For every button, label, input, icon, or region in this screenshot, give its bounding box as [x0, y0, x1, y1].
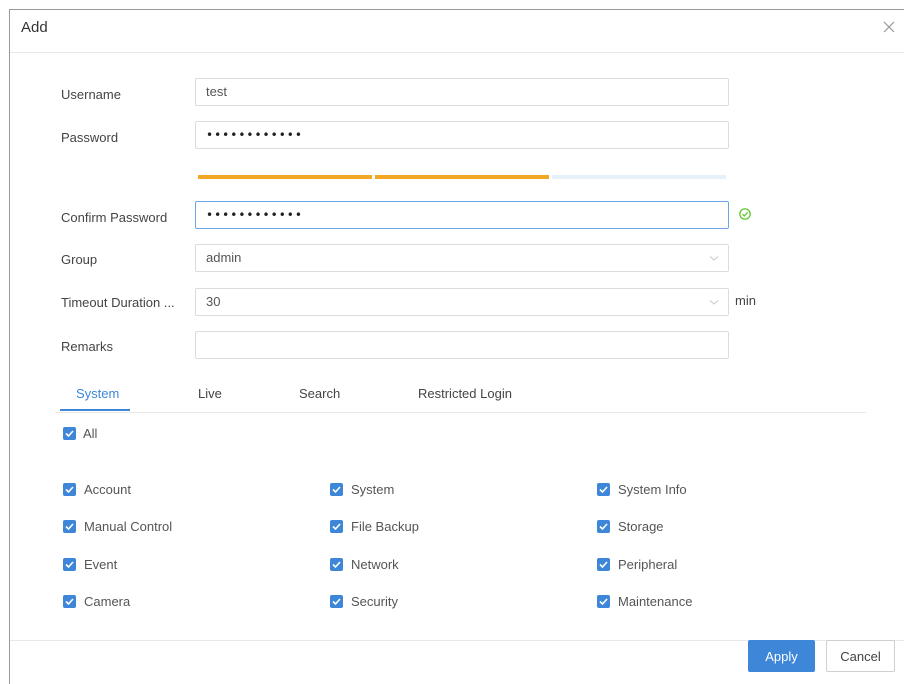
- username-label: Username: [61, 87, 121, 102]
- strength-segment-3: [552, 175, 726, 179]
- confirm-password-input[interactable]: ••••••••••••: [195, 201, 729, 229]
- timeout-unit: min: [735, 293, 756, 308]
- add-user-dialog: Add Username test Password •••••••••••• …: [9, 9, 904, 684]
- check-icon: [65, 598, 74, 606]
- checkbox-system-info[interactable]: [597, 483, 610, 496]
- check-icon: [332, 598, 341, 606]
- checkbox-system-info-label: System Info: [618, 482, 687, 497]
- tab-search[interactable]: Search: [299, 386, 340, 401]
- username-value: test: [206, 84, 227, 99]
- remarks-label: Remarks: [61, 339, 114, 354]
- checkbox-account[interactable]: [63, 483, 76, 496]
- checkbox-security-label: Security: [351, 594, 398, 609]
- remarks-input[interactable]: [195, 331, 729, 359]
- checkbox-system[interactable]: [330, 483, 343, 496]
- check-icon: [65, 561, 74, 569]
- checkbox-all[interactable]: [63, 427, 76, 440]
- checkbox-all-label: All: [83, 426, 98, 441]
- check-icon: [65, 430, 74, 438]
- permission-tabs: System Live Search Restricted Login: [55, 375, 866, 413]
- apply-button[interactable]: Apply: [748, 640, 815, 672]
- checkbox-network[interactable]: [330, 558, 343, 571]
- checkbox-manual-control-label: Manual Control: [84, 519, 173, 534]
- check-circle-icon: [739, 208, 751, 220]
- check-icon: [332, 486, 341, 494]
- check-icon: [65, 523, 74, 531]
- cancel-button[interactable]: Cancel: [826, 640, 895, 672]
- password-value: ••••••••••••: [206, 128, 303, 142]
- confirm-password-value: ••••••••••••: [206, 208, 303, 222]
- checkbox-camera[interactable]: [63, 595, 76, 608]
- check-icon: [65, 486, 74, 494]
- checkbox-peripheral[interactable]: [597, 558, 610, 571]
- chevron-down-icon: [709, 300, 719, 305]
- check-icon: [599, 561, 608, 569]
- checkbox-file-backup[interactable]: [330, 520, 343, 533]
- check-icon: [599, 486, 608, 494]
- group-label: Group: [61, 252, 98, 267]
- strength-segment-2: [375, 175, 549, 179]
- timeout-label: Timeout Duration ...: [61, 295, 175, 310]
- group-value: admin: [206, 250, 242, 265]
- checkbox-event-label: Event: [84, 557, 118, 572]
- tab-system[interactable]: System: [76, 386, 119, 401]
- check-icon: [599, 598, 608, 606]
- check-icon: [332, 561, 341, 569]
- close-icon[interactable]: [882, 20, 896, 34]
- username-input[interactable]: test: [195, 78, 729, 106]
- group-select[interactable]: admin: [195, 244, 729, 272]
- timeout-value: 30: [206, 294, 221, 309]
- dialog-header: Add: [10, 10, 904, 53]
- password-label: Password: [61, 130, 119, 145]
- checkbox-maintenance[interactable]: [597, 595, 610, 608]
- checkbox-file-backup-label: File Backup: [351, 519, 419, 534]
- checkbox-storage-label: Storage: [618, 519, 664, 534]
- dialog-title: Add: [21, 19, 48, 36]
- checkbox-maintenance-label: Maintenance: [618, 594, 693, 609]
- checkbox-peripheral-label: Peripheral: [618, 557, 678, 572]
- tab-live[interactable]: Live: [198, 386, 222, 401]
- checkbox-system-label: System: [351, 482, 395, 497]
- chevron-down-icon: [709, 256, 719, 261]
- tab-restricted-login[interactable]: Restricted Login: [418, 386, 512, 401]
- password-input[interactable]: ••••••••••••: [195, 121, 729, 149]
- checkbox-event[interactable]: [63, 558, 76, 571]
- confirm-password-label: Confirm Password: [61, 210, 168, 225]
- checkbox-account-label: Account: [84, 482, 131, 497]
- checkbox-storage[interactable]: [597, 520, 610, 533]
- check-icon: [599, 523, 608, 531]
- strength-segment-1: [198, 175, 372, 179]
- checkbox-manual-control[interactable]: [63, 520, 76, 533]
- checkbox-network-label: Network: [351, 557, 399, 572]
- timeout-select[interactable]: 30: [195, 288, 729, 316]
- checkbox-security[interactable]: [330, 595, 343, 608]
- check-icon: [332, 523, 341, 531]
- checkbox-camera-label: Camera: [84, 594, 131, 609]
- active-tab-indicator: [60, 409, 130, 411]
